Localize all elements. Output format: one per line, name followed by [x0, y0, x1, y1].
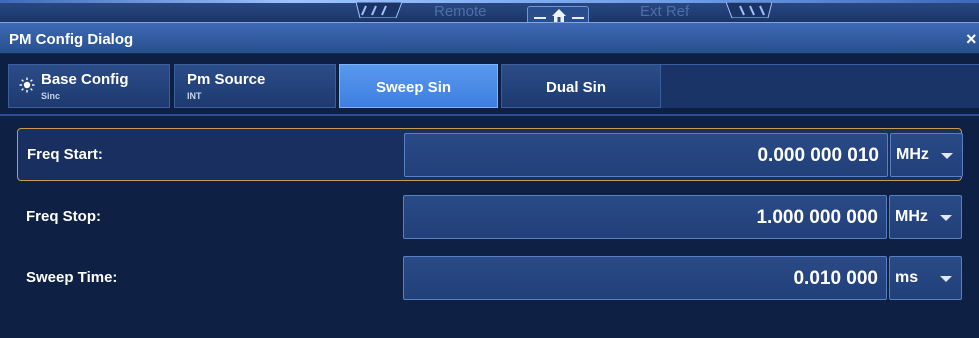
freq-start-label: Freq Start: — [27, 146, 103, 163]
decorative-stripes-right — [726, 2, 772, 18]
home-icon — [552, 9, 566, 22]
close-button[interactable]: × — [966, 29, 977, 50]
chevron-down-icon — [940, 276, 952, 282]
freq-stop-label: Freq Stop: — [26, 208, 101, 225]
tab-base-config-sub: Sinc — [41, 91, 61, 101]
sweep-time-label: Sweep Time: — [26, 269, 118, 286]
freq-stop-unit-dropdown[interactable]: MHz — [889, 195, 962, 239]
dialog-title-bar: PM Config Dialog × — [0, 22, 979, 54]
tab-bar-filler — [661, 64, 979, 108]
tab-sweep-sin[interactable]: Sweep Sin — [339, 64, 498, 108]
tab-sweep-sin-label: Sweep Sin — [376, 79, 452, 96]
chevron-down-icon — [940, 215, 952, 221]
tab-pm-source-label: Pm Source — [187, 71, 266, 88]
freq-stop-unit: MHz — [895, 208, 928, 225]
tab-pm-source[interactable]: Pm Source INT — [174, 64, 336, 108]
sweep-time-unit: ms — [895, 269, 919, 286]
sweep-time-input[interactable]: 0.010 000 — [403, 256, 887, 300]
freq-start-row[interactable]: Freq Start: 0.000 000 010 MHz — [17, 128, 963, 181]
decorative-stripes-left — [356, 2, 402, 18]
sun-icon — [19, 77, 35, 93]
home-button-bar-right — [572, 17, 584, 19]
freq-start-input[interactable]: 0.000 000 010 — [404, 133, 888, 177]
freq-stop-row[interactable]: Freq Stop: 1.000 000 000 MHz — [17, 191, 962, 244]
tab-base-config-label: Base Config — [41, 71, 129, 88]
sweep-time-unit-dropdown[interactable]: ms — [889, 256, 962, 300]
home-button-bar-left — [534, 17, 546, 19]
tab-pm-source-sub: INT — [187, 91, 202, 101]
status-strip: Remote Ext Ref — [0, 0, 979, 25]
parameter-panel: Freq Start: 0.000 000 010 MHz Freq Stop:… — [0, 116, 979, 338]
remote-indicator: Remote — [434, 3, 487, 20]
status-strip-highlight — [0, 0, 979, 3]
sweep-time-row[interactable]: Sweep Time: 0.010 000 ms — [17, 252, 962, 305]
tab-base-config[interactable]: Base Config Sinc — [8, 64, 170, 108]
freq-start-unit: MHz — [896, 146, 929, 163]
dialog-title: PM Config Dialog — [9, 31, 134, 48]
ext-ref-indicator: Ext Ref — [640, 3, 690, 20]
tab-dual-sin-label: Dual Sin — [546, 79, 607, 96]
tab-dual-sin[interactable]: Dual Sin — [501, 64, 661, 108]
chevron-down-icon — [941, 153, 953, 159]
freq-start-unit-dropdown[interactable]: MHz — [890, 133, 963, 177]
freq-stop-input[interactable]: 1.000 000 000 — [403, 195, 887, 239]
tab-bar: Base Config Sinc Pm Source INT Sweep Sin… — [0, 54, 979, 116]
